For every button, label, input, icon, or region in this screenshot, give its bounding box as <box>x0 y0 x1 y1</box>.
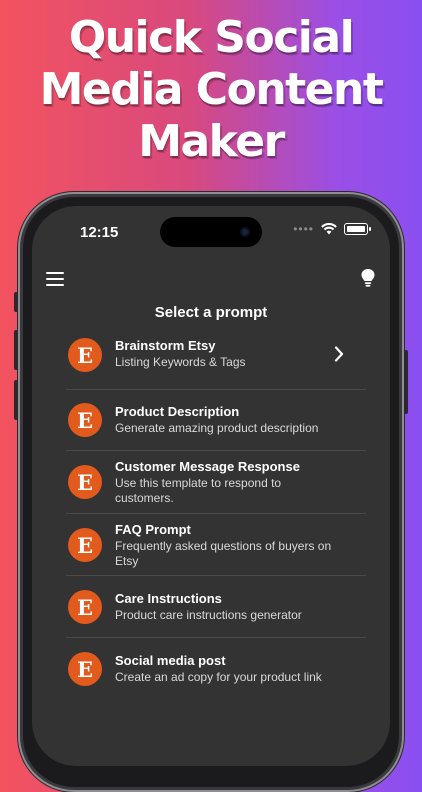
etsy-logo-icon: E <box>68 590 102 624</box>
prompt-subtitle: Use this template to respond to customer… <box>115 476 282 505</box>
etsy-logo-icon: E <box>68 465 102 499</box>
prompt-item-care-instructions[interactable]: E Care Instructions Product care instruc… <box>66 576 366 638</box>
prompt-subtitle: Frequently asked questions of buyers on … <box>115 539 332 568</box>
status-time: 12:15 <box>80 224 119 241</box>
cellular-dots-icon: •••• <box>293 222 314 236</box>
prompt-title: Product Description <box>115 404 240 419</box>
prompt-title: Customer Message Response <box>115 459 300 474</box>
phone-power-button <box>404 350 408 414</box>
prompt-subtitle: Generate amazing product description <box>115 421 319 435</box>
status-indicators: •••• <box>293 222 371 236</box>
camera-icon <box>240 227 250 237</box>
prompt-item-faq-prompt[interactable]: E FAQ Prompt Frequently asked questions … <box>66 514 366 576</box>
prompt-title: Care Instructions <box>115 591 222 606</box>
battery-icon <box>344 223 371 235</box>
prompt-subtitle: Product care instructions generator <box>115 608 302 622</box>
etsy-logo-icon: E <box>68 652 102 686</box>
prompt-item-brainstorm-etsy[interactable]: E Brainstorm Etsy Listing Keywords & Tag… <box>66 336 366 390</box>
page-title: Select a prompt <box>154 304 268 321</box>
dynamic-island <box>160 217 262 247</box>
etsy-logo-icon: E <box>68 338 102 372</box>
hamburger-menu-icon[interactable] <box>46 272 64 286</box>
prompt-subtitle: Create an ad copy for your product link <box>115 670 322 684</box>
prompt-item-product-description[interactable]: E Product Description Generate amazing p… <box>66 390 366 451</box>
lightbulb-icon[interactable] <box>360 268 376 288</box>
prompt-title: Brainstorm Etsy <box>115 338 216 353</box>
wifi-icon <box>321 223 337 235</box>
prompt-subtitle: Listing Keywords & Tags <box>115 355 246 369</box>
etsy-logo-icon: E <box>68 403 102 437</box>
prompt-item-social-media-post[interactable]: E Social media post Create an ad copy fo… <box>66 638 366 700</box>
headline-line-2: Media Content <box>39 64 384 115</box>
chevron-right-icon[interactable] <box>334 346 344 362</box>
phone-side-button <box>14 292 18 312</box>
etsy-logo-icon: E <box>68 528 102 562</box>
prompt-list: E Brainstorm Etsy Listing Keywords & Tag… <box>66 336 366 700</box>
phone-volume-up-button <box>14 330 18 370</box>
prompt-item-customer-message-response[interactable]: E Customer Message Response Use this tem… <box>66 451 366 514</box>
app-screen: 12:15 •••• Select a prompt E Brainstorm … <box>32 206 390 766</box>
headline-line-1: Quick Social <box>68 12 355 63</box>
headline-line-3: Maker <box>138 116 285 167</box>
marketing-headline: Quick Social Media Content Maker <box>0 12 422 168</box>
prompt-title: Social media post <box>115 653 226 668</box>
prompt-title: FAQ Prompt <box>115 522 191 537</box>
phone-volume-down-button <box>14 380 18 420</box>
